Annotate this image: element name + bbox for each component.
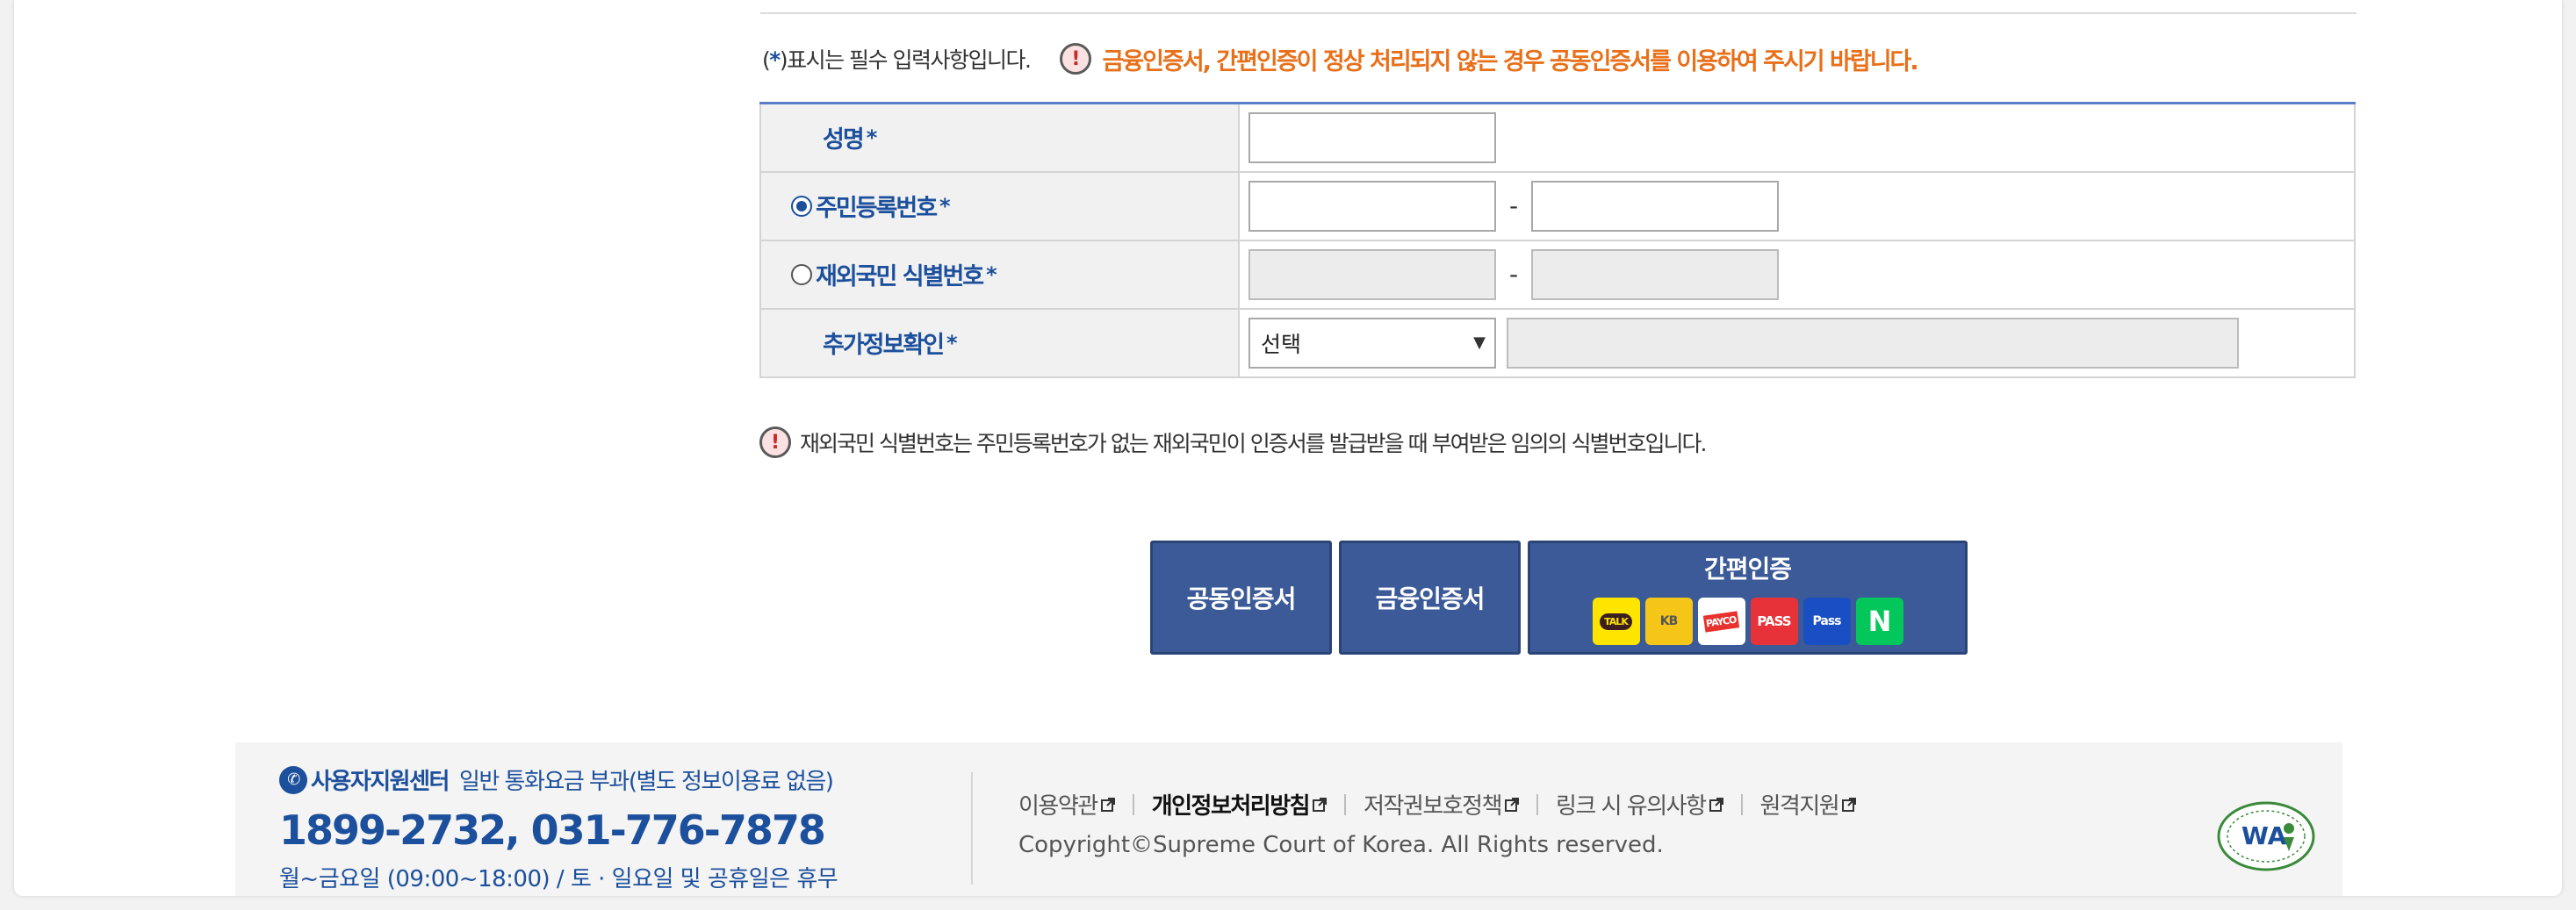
auth-buttons: 공동인증서 금융인증서 간편인증 TALK KB PAYCO PASS Pass…: [1150, 541, 1968, 655]
copyright: Copyright©Supreme Court of Korea. All Ri…: [1018, 832, 1664, 858]
info-row: ! 재외국민 식별번호는 주민등록번호가 없는 재외국민이 인증서를 발급받을 …: [759, 425, 1707, 460]
resident-radio[interactable]: [791, 195, 812, 217]
footer-links: 이용약관 개인정보처리방침 저작권보호정책 링크 시 유의사항 원격지원: [1018, 788, 1857, 820]
dash: -: [1508, 191, 1519, 220]
required-note: (*)표시는 필수 입력사항입니다.: [762, 47, 1032, 73]
support-hours: 월~금요일 (09:00~18:00) / 토 · 일요일 및 공휴일은 휴무: [279, 866, 838, 892]
financial-cert-button[interactable]: 금융인증서: [1339, 541, 1521, 655]
foreigner-radio[interactable]: [791, 263, 812, 285]
row-resident: 주민등록번호 * -: [759, 170, 2356, 241]
external-link-icon: [1842, 797, 1857, 812]
notice-row: (*)표시는 필수 입력사항입니다. ! 금융인증서, 간편인증이 정상 처리되…: [762, 40, 1919, 77]
required-star: *: [939, 193, 950, 219]
top-divider: [760, 12, 2357, 14]
resident-label: 주민등록번호: [816, 195, 938, 222]
external-link-icon: [1313, 797, 1328, 812]
payco-logo-icon: PAYCO: [1697, 598, 1745, 645]
kakao-logo-icon: TALK: [1592, 598, 1640, 645]
external-link-icon: [1505, 797, 1520, 812]
info-warning-icon: !: [759, 426, 791, 458]
extra-info-select[interactable]: 선택 ▼: [1248, 317, 1496, 369]
identity-form: 성명 * 주민등록번호 * - 재외국민 식별번호 * - 추가정보확인 * 선…: [759, 102, 2356, 378]
simple-auth-label: 간편인증: [1703, 555, 1792, 584]
warning-text: 금융인증서, 간편인증이 정상 처리되지 않는 경우 공동인증서를 이용하여 주…: [1102, 47, 1918, 75]
provider-logos: TALK KB PAYCO PASS Pass N: [1592, 598, 1903, 645]
resident-back-input[interactable]: [1531, 180, 1779, 232]
required-star: *: [769, 47, 781, 73]
extra-label: 추가정보확인 *: [823, 330, 958, 360]
resident-front-input[interactable]: [1248, 180, 1496, 232]
footer-link-remote-support[interactable]: 원격지원: [1760, 788, 1857, 820]
external-link-icon: [1100, 797, 1115, 812]
row-extra: 추가정보확인 * 선택 ▼: [759, 307, 2356, 378]
phone-icon: ✆: [279, 765, 307, 794]
row-name: 성명 *: [759, 102, 2356, 173]
pass-logo-icon: PASS: [1750, 598, 1798, 645]
samsung-pass-logo-icon: Pass: [1802, 598, 1851, 645]
foreigner-back-input[interactable]: [1531, 248, 1779, 300]
footer-link-terms[interactable]: 이용약관: [1018, 788, 1115, 820]
warning-icon: !: [1060, 43, 1092, 75]
support-subtitle: 일반 통화요금 부과(별도 정보이용료 없음): [458, 769, 834, 795]
dropdown-arrow-icon: ▼: [1473, 333, 1486, 352]
support-title: 사용자지원센터: [311, 769, 450, 795]
footer-link-link-notice[interactable]: 링크 시 유의사항: [1556, 788, 1723, 820]
required-star: *: [946, 330, 957, 355]
naver-logo-icon: N: [1855, 598, 1903, 645]
footer-link-privacy[interactable]: 개인정보처리방침: [1152, 788, 1328, 820]
web-accessibility-mark-icon: WA: [2217, 801, 2315, 871]
foreigner-front-input[interactable]: [1248, 248, 1496, 300]
required-star: *: [866, 125, 877, 150]
footer-link-copyright-policy[interactable]: 저작권보호정책: [1364, 788, 1520, 820]
extra-info-input[interactable]: [1507, 317, 2239, 369]
foreigner-label: 재외국민 식별번호: [816, 263, 984, 290]
name-label: 성명 *: [823, 125, 877, 154]
name-input[interactable]: [1248, 111, 1496, 163]
info-text: 재외국민 식별번호는 주민등록번호가 없는 재외국민이 인증서를 발급받을 때 …: [800, 431, 1707, 456]
svg-text:WA: WA: [2241, 821, 2287, 850]
dash: -: [1508, 260, 1519, 289]
simple-auth-button[interactable]: 간편인증 TALK KB PAYCO PASS Pass N: [1528, 541, 1968, 655]
support-phone: 1899-2732, 031-776-7878: [279, 806, 826, 854]
required-star: *: [986, 262, 997, 287]
row-foreigner: 재외국민 식별번호 * -: [759, 239, 2356, 310]
external-link-icon: [1709, 797, 1723, 812]
support-center: ✆ 사용자지원센터 일반 통화요금 부과(별도 정보이용료 없음) 1899-2…: [279, 763, 838, 893]
footer-divider: [971, 772, 973, 885]
kb-logo-icon: KB: [1644, 598, 1693, 645]
joint-cert-button[interactable]: 공동인증서: [1150, 541, 1332, 655]
footer: ✆ 사용자지원센터 일반 통화요금 부과(별도 정보이용료 없음) 1899-2…: [235, 742, 2342, 896]
